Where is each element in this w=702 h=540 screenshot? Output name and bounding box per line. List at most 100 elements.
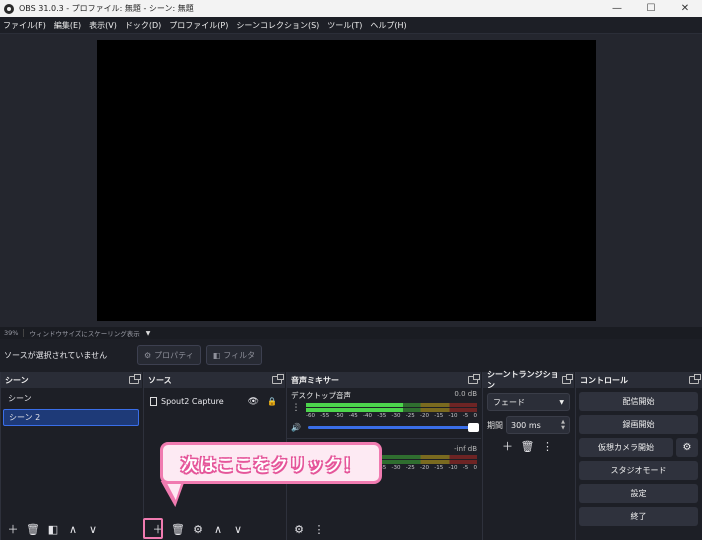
- filters-button[interactable]: ◧ フィルタ: [205, 345, 263, 365]
- minimize-button[interactable]: —: [600, 0, 634, 17]
- undock-icon[interactable]: [561, 374, 574, 384]
- channel-db: 0.0 dB: [454, 390, 477, 398]
- controls-header: コントロール: [576, 372, 702, 388]
- scene-filters-icon[interactable]: ◧: [44, 520, 62, 538]
- divider: [287, 438, 481, 439]
- slider-handle[interactable]: [468, 423, 479, 432]
- preview-area: [0, 34, 702, 327]
- menu-scene-collection[interactable]: シーンコレクション(S): [236, 20, 319, 31]
- controls-dock: コントロール 配信開始 録画開始 仮想カメラ開始 ⚙ スタジオモード 設定 終了: [575, 372, 702, 540]
- mixer-toolbar: ⚙ ⋮: [287, 518, 481, 540]
- maximize-button[interactable]: ☐: [634, 0, 668, 17]
- studio-mode-button[interactable]: スタジオモード: [579, 461, 698, 480]
- advanced-audio-gear-icon[interactable]: ⚙: [290, 520, 308, 538]
- transition-select[interactable]: フェード ▼: [487, 393, 570, 411]
- no-source-selected-label: ソースが選択されていません: [4, 350, 108, 360]
- document-icon: [150, 397, 157, 406]
- scenes-list: シーン シーン 2 ＋ 🗑 ◧ ∧ ∨: [1, 388, 142, 540]
- controls-title: コントロール: [580, 375, 628, 385]
- scenes-dock-header: シーン: [1, 372, 142, 388]
- scene-item-selected[interactable]: シーン 2: [3, 409, 139, 426]
- gear-icon[interactable]: ⚙: [189, 520, 207, 538]
- sources-dock-header: ソース: [144, 372, 285, 388]
- preview-zoom-bar: 39% ウィンドウサイズにスケーリング表示 ▼: [0, 327, 702, 339]
- add-source-highlight: [143, 518, 163, 539]
- filters-label: フィルタ: [223, 350, 256, 360]
- spin-arrows-icon[interactable]: ▲ ▼: [561, 419, 565, 431]
- speaker-icon[interactable]: 🔊: [291, 423, 303, 432]
- move-down-icon[interactable]: ∨: [229, 520, 247, 538]
- exit-button[interactable]: 終了: [579, 507, 698, 526]
- move-up-icon[interactable]: ∧: [64, 520, 82, 538]
- chevron-down-icon: ▼: [559, 398, 564, 406]
- window-controls: — ☐ ✕: [600, 0, 702, 17]
- close-button[interactable]: ✕: [668, 0, 702, 17]
- gear-icon[interactable]: ⚙: [676, 438, 698, 457]
- transitions-header: シーントランジション: [483, 370, 574, 390]
- menu-view[interactable]: 表示(V): [89, 20, 117, 31]
- trash-icon[interactable]: 🗑: [24, 520, 42, 538]
- zoom-level: 39%: [4, 329, 19, 337]
- scene-item[interactable]: シーン: [3, 390, 139, 407]
- menu-file[interactable]: ファイル(F): [3, 20, 46, 31]
- properties-button[interactable]: ⚙ プロパティ: [137, 345, 201, 365]
- audio-mixer-title: 音声ミキサー: [291, 375, 339, 385]
- channel-name: デスクトップ音声: [291, 391, 351, 400]
- settings-button[interactable]: 設定: [579, 484, 698, 503]
- duration-label: 期間: [487, 420, 503, 430]
- volume-slider[interactable]: [308, 423, 479, 432]
- window-title: OBS 31.0.3 - プロファイル: 無題 - シーン: 無題: [19, 4, 194, 13]
- trash-icon[interactable]: 🗑: [519, 437, 537, 455]
- tutorial-callout: 次はここをクリック！: [160, 442, 382, 484]
- undock-icon[interactable]: [689, 374, 701, 384]
- source-item[interactable]: Spout2 Capture 👁 🔒: [144, 393, 285, 410]
- properties-label: プロパティ: [154, 350, 194, 360]
- duration-spinbox[interactable]: 300 ms ▲ ▼: [506, 416, 570, 434]
- menu-bar: ファイル(F) 編集(E) 表示(V) ドック(D) プロファイル(P) シーン…: [0, 17, 702, 34]
- kebab-menu-icon[interactable]: ⋮: [539, 437, 557, 455]
- mixer-channel: デスクトップ音声 0.0 dB ⋮ -60 -55 -50 -45 -40 -35 -30-…: [287, 388, 481, 434]
- transition-type: フェード: [493, 397, 525, 407]
- gear-icon: ⚙: [144, 350, 152, 360]
- menu-help[interactable]: ヘルプ(H): [370, 20, 406, 31]
- undock-icon[interactable]: [272, 374, 284, 384]
- menu-profile[interactable]: プロファイル(P): [169, 20, 228, 31]
- add-scene-button[interactable]: ＋: [4, 520, 22, 538]
- add-transition-button[interactable]: ＋: [499, 437, 517, 455]
- source-label: Spout2 Capture: [161, 397, 224, 406]
- audio-mixer-header: 音声ミキサー: [287, 372, 481, 388]
- duration-value: 300 ms: [511, 420, 541, 430]
- source-context-bar: ソースが選択されていません ⚙ プロパティ ◧ フィルタ: [0, 339, 702, 371]
- controls-body: 配信開始 録画開始 仮想カメラ開始 ⚙ スタジオモード 設定 終了: [576, 388, 702, 540]
- channel-db: -inf dB: [454, 445, 477, 453]
- scenes-dock-title: シーン: [5, 375, 29, 385]
- volume-meter: -60-55-50-45-40-35-30-25-20-15-10-50: [306, 403, 477, 419]
- menu-docks[interactable]: ドック(D): [125, 20, 161, 31]
- menu-edit[interactable]: 編集(E): [54, 20, 81, 31]
- chevron-down-icon[interactable]: ▼: [146, 330, 151, 337]
- scale-mode[interactable]: ウィンドウサイズにスケーリング表示: [29, 328, 139, 338]
- start-recording-button[interactable]: 録画開始: [579, 415, 698, 434]
- lock-icon[interactable]: 🔒: [267, 397, 277, 406]
- trash-icon[interactable]: 🗑: [169, 520, 187, 538]
- kebab-menu-icon[interactable]: ⋮: [310, 520, 328, 538]
- title-bar: OBS 31.0.3 - プロファイル: 無題 - シーン: 無題 — ☐ ✕: [0, 0, 702, 17]
- move-down-icon[interactable]: ∨: [84, 520, 102, 538]
- start-virtual-camera-button[interactable]: 仮想カメラ開始: [579, 438, 673, 457]
- divider: [23, 329, 25, 337]
- undock-icon[interactable]: [129, 374, 141, 384]
- preview-canvas[interactable]: [97, 40, 596, 321]
- scenes-dock: シーン シーン シーン 2 ＋ 🗑 ◧ ∧ ∨: [0, 372, 142, 540]
- meter-ticks: -60-55-50-45-40-35-30-25-20-15-10-50: [306, 413, 477, 419]
- filter-icon: ◧: [212, 350, 221, 360]
- undock-icon[interactable]: [468, 374, 480, 384]
- obs-logo-icon: [4, 3, 14, 14]
- kebab-menu-icon[interactable]: ⋮: [291, 403, 301, 413]
- start-streaming-button[interactable]: 配信開始: [579, 392, 698, 411]
- sources-toolbar: ＋ 🗑 ⚙ ∧ ∨: [144, 518, 285, 540]
- eye-icon[interactable]: 👁: [248, 397, 259, 407]
- move-up-icon[interactable]: ∧: [209, 520, 227, 538]
- scenes-toolbar: ＋ 🗑 ◧ ∧ ∨: [1, 518, 142, 540]
- menu-tools[interactable]: ツール(T): [327, 20, 362, 31]
- transitions-body: フェード ▼ 期間 300 ms ▲ ▼ ＋ 🗑 ⋮: [483, 388, 574, 540]
